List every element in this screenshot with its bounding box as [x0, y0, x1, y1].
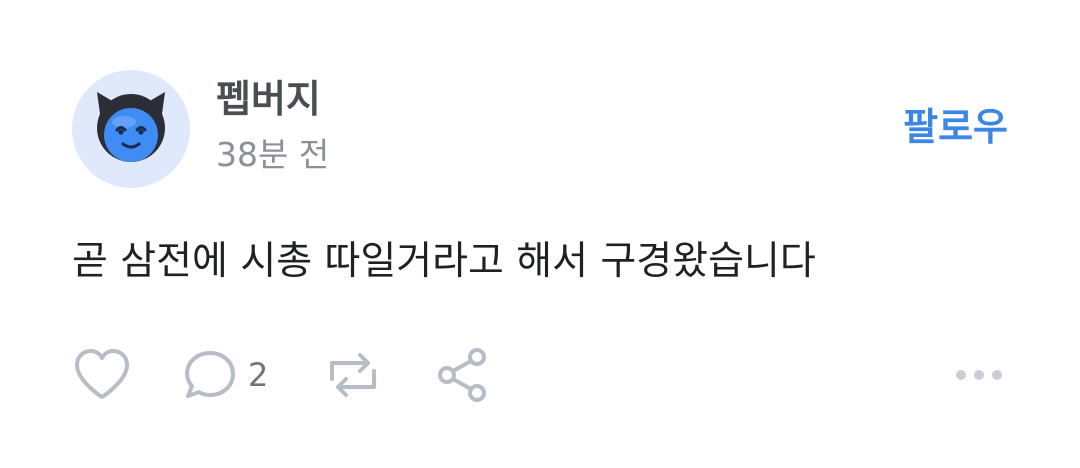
share-icon — [438, 348, 486, 402]
repost-button[interactable] — [322, 344, 384, 406]
post-text: 곧 삼전에 시총 따일거라고 해서 구경왔습니다 — [72, 239, 816, 284]
comment-bubble-icon — [185, 351, 235, 398]
follow-button[interactable]: 팔로우 — [903, 104, 1008, 150]
post-card: 펩버지 38분 전 팔로우 곧 삼전에 시총 따일거라고 해서 구경왔습니다 2 — [0, 0, 1080, 468]
heart-icon — [75, 349, 129, 399]
comment-button[interactable]: 2 — [182, 344, 268, 406]
author-avatar[interactable] — [72, 70, 190, 188]
repost-icon — [330, 353, 376, 397]
more-dots-icon — [956, 370, 1002, 380]
share-button[interactable] — [434, 344, 490, 406]
like-button[interactable] — [72, 344, 132, 406]
more-options-button[interactable] — [954, 344, 1004, 406]
post-timestamp: 38분 전 — [216, 135, 330, 174]
comment-count: 2 — [248, 356, 269, 394]
author-name[interactable]: 펩버지 — [216, 76, 321, 122]
blue-devil-smiley-icon — [97, 92, 165, 162]
